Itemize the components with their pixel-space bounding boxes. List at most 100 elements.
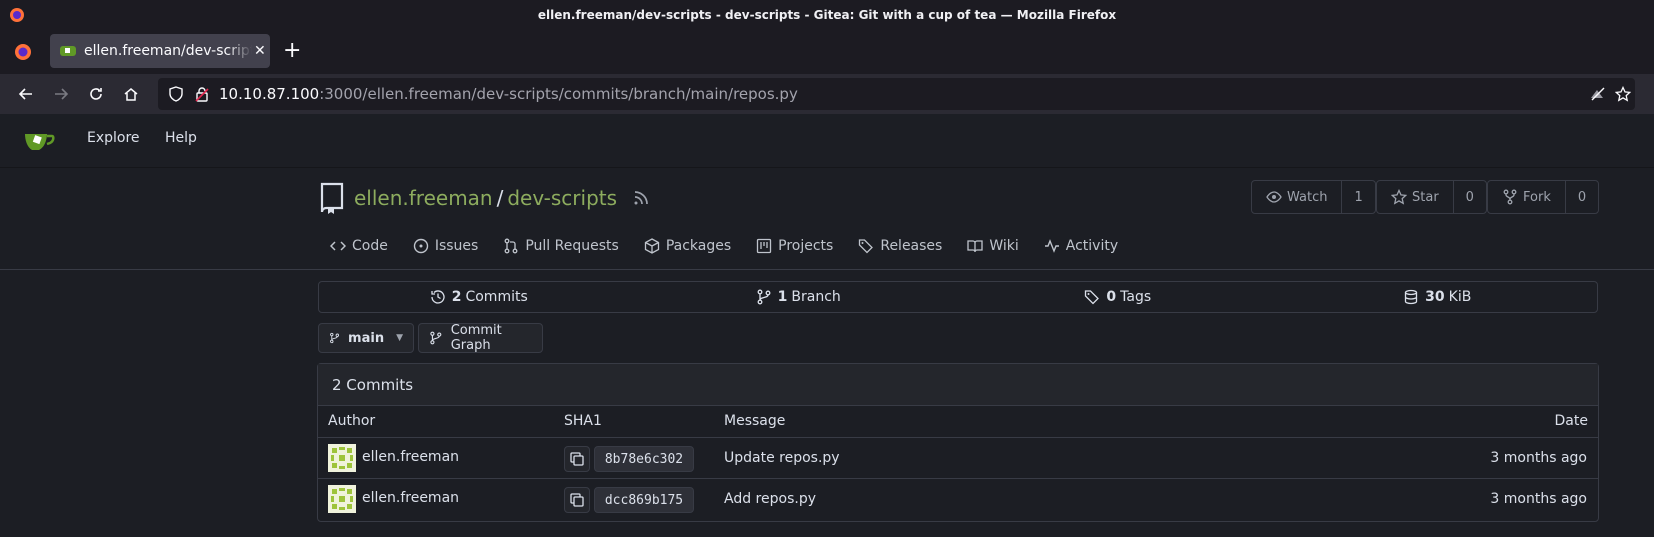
repo-owner-link[interactable]: ellen.freeman	[354, 186, 493, 210]
watch-action[interactable]: Watch 1	[1251, 180, 1376, 214]
copy-icon	[570, 452, 584, 466]
code-icon	[330, 241, 346, 251]
firefox-icon	[10, 8, 24, 22]
fork-button[interactable]: Fork	[1488, 181, 1566, 213]
fork-count[interactable]: 0	[1566, 181, 1598, 213]
nav-explore[interactable]: Explore	[87, 130, 140, 146]
tab-packages[interactable]: Packages	[644, 238, 731, 254]
col-sha: SHA1	[564, 413, 602, 429]
gitea-navbar: Explore Help	[0, 114, 1654, 168]
nav-help[interactable]: Help	[165, 130, 197, 146]
rss-icon[interactable]	[633, 190, 649, 206]
commit-message-link[interactable]: Add repos.py	[724, 491, 816, 507]
tab-close-icon[interactable]: ✕	[254, 43, 266, 59]
url-bar[interactable]: 10.10.87.100:3000/ellen.freeman/dev-scri…	[158, 78, 1635, 110]
url-path: :3000/ellen.freeman/dev-scripts/commits/…	[319, 85, 798, 103]
stat-commits-count: 2	[451, 289, 462, 305]
git-graph-icon	[430, 331, 442, 345]
reload-button[interactable]	[86, 84, 106, 104]
avatar[interactable]	[328, 485, 356, 513]
tab-wiki[interactable]: Wiki	[967, 238, 1019, 254]
commit-author[interactable]: ellen.freeman	[362, 449, 459, 465]
fork-action[interactable]: Fork 0	[1487, 180, 1600, 214]
arrow-left-icon	[18, 88, 32, 100]
commit-sha-link[interactable]: dcc869b175	[594, 487, 694, 513]
project-icon	[756, 238, 772, 254]
tab-issues[interactable]: Issues	[413, 238, 479, 254]
stat-branch-label: Branch	[791, 289, 841, 305]
col-date: Date	[1554, 413, 1588, 429]
back-button[interactable]	[16, 84, 36, 104]
commit-graph-button[interactable]: Commit Graph	[418, 323, 543, 353]
col-author: Author	[328, 413, 376, 429]
issue-icon	[413, 238, 429, 254]
shield-icon[interactable]	[168, 86, 184, 102]
commit-date: 3 months ago	[1490, 491, 1587, 507]
star-count[interactable]: 0	[1454, 181, 1486, 213]
tab-label: ellen.freeman/dev-scripts	[84, 43, 252, 59]
tab-projects[interactable]: Projects	[756, 238, 833, 254]
repo-title: ellen.freeman / dev-scripts	[318, 182, 649, 214]
stat-tags-label: Tags	[1120, 289, 1152, 305]
copy-sha-button[interactable]	[564, 446, 590, 472]
watch-count[interactable]: 1	[1342, 181, 1374, 213]
copy-sha-button[interactable]	[564, 487, 590, 513]
browser-navbar: 10.10.87.100:3000/ellen.freeman/dev-scri…	[0, 74, 1654, 114]
insecure-lock-icon[interactable]	[194, 86, 210, 102]
url-text[interactable]: 10.10.87.100:3000/ellen.freeman/dev-scri…	[219, 85, 798, 103]
tab-releases[interactable]: Releases	[858, 238, 942, 254]
firefox-view-icon[interactable]	[14, 43, 32, 61]
col-message: Message	[724, 413, 786, 429]
home-icon	[124, 88, 138, 101]
browser-tab[interactable]: ellen.freeman/dev-scripts ✕	[50, 34, 270, 68]
tab-pull-requests[interactable]: Pull Requests	[503, 238, 619, 254]
commit-author[interactable]: ellen.freeman	[362, 490, 459, 506]
commit-message-link[interactable]: Update repos.py	[724, 450, 840, 466]
avatar[interactable]	[328, 444, 356, 472]
main-content: 2 Commits 1 Branch 0 Tags 30 KiB main ▼ Comm…	[0, 270, 1654, 537]
tag-icon	[859, 239, 874, 254]
stat-tags[interactable]: 0 Tags	[958, 282, 1278, 312]
extension-icon[interactable]	[1589, 86, 1607, 102]
star-button[interactable]: Star	[1377, 181, 1454, 213]
branch-icon	[757, 289, 771, 305]
repo-separator: /	[496, 186, 504, 210]
repo-stats-bar: 2 Commits 1 Branch 0 Tags 30 KiB	[318, 281, 1598, 313]
commits-table: 2 Commits Author SHA1 Message Date ellen…	[317, 363, 1599, 522]
tab-issues-label: Issues	[434, 238, 479, 254]
new-tab-button[interactable]: +	[283, 39, 301, 63]
stat-branch[interactable]: 1 Branch	[639, 282, 959, 312]
commit-sha-link[interactable]: 8b78e6c302	[594, 446, 694, 472]
forward-button[interactable]	[51, 84, 71, 104]
reload-icon	[90, 88, 102, 100]
tab-code-label: Code	[352, 238, 388, 254]
branch-dropdown[interactable]: main ▼	[318, 323, 414, 353]
tab-activity[interactable]: Activity	[1044, 238, 1118, 254]
fork-label: Fork	[1523, 189, 1551, 205]
pulse-icon	[1044, 239, 1059, 253]
stat-commits[interactable]: 2 Commits	[319, 282, 639, 312]
tab-pull-requests-label: Pull Requests	[525, 238, 619, 254]
tab-code[interactable]: Code	[330, 238, 388, 254]
repo-name-link[interactable]: dev-scripts	[507, 186, 617, 210]
branch-icon	[330, 332, 339, 344]
tab-releases-label: Releases	[880, 238, 943, 254]
star-icon	[1391, 189, 1407, 205]
star-label: Star	[1412, 189, 1439, 205]
table-row: ellen.freeman 8b78e6c302 Update repos.py…	[318, 438, 1598, 479]
tab-packages-label: Packages	[665, 238, 732, 254]
watch-label: Watch	[1287, 189, 1328, 205]
repo-icon	[320, 182, 344, 214]
table-row: ellen.freeman dcc869b175 Add repos.py 3 …	[318, 479, 1598, 520]
branch-name: main	[348, 330, 385, 346]
bookmark-star-icon[interactable]	[1615, 86, 1631, 102]
window-titlebar: ellen.freeman/dev-scripts - dev-scripts …	[0, 0, 1654, 30]
star-action[interactable]: Star 0	[1376, 180, 1487, 214]
home-button[interactable]	[121, 84, 141, 104]
watch-button[interactable]: Watch	[1252, 181, 1343, 213]
gitea-logo-icon[interactable]	[24, 128, 56, 154]
stat-size-unit: KiB	[1448, 289, 1472, 305]
copy-icon	[570, 493, 584, 507]
history-icon	[431, 290, 445, 304]
pull-request-icon	[504, 238, 518, 254]
